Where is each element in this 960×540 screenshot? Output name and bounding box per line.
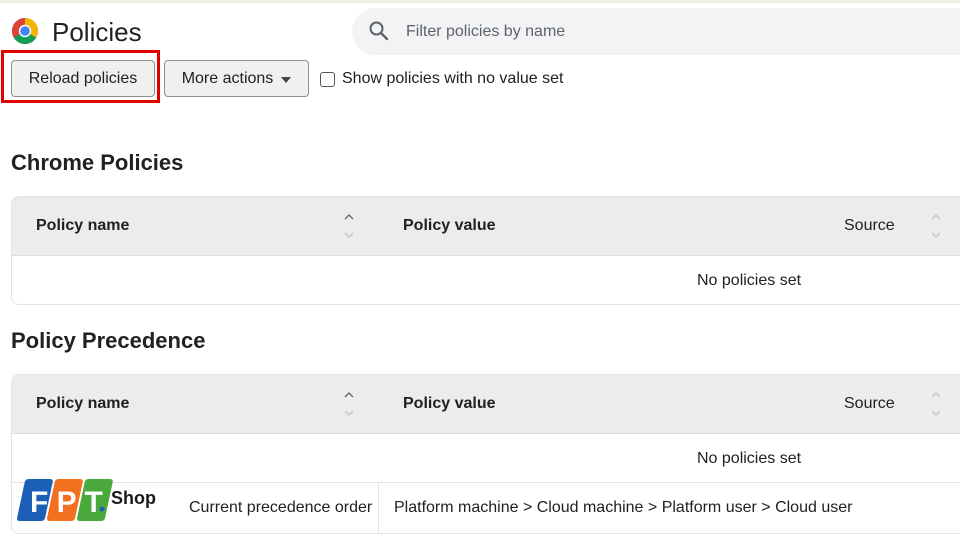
column-header-policy-value[interactable]: Policy value	[403, 197, 496, 255]
column-header-policy-value[interactable]: Policy value	[403, 375, 496, 433]
table-row: No policies set	[12, 256, 960, 304]
empty-message: No policies set	[697, 450, 802, 467]
precedence-value: Platform machine > Cloud machine > Platf…	[394, 499, 853, 516]
sort-icon[interactable]	[931, 212, 941, 240]
show-unset-toggle[interactable]: Show policies with no value set	[320, 70, 563, 88]
top-strip	[0, 0, 960, 3]
column-header-source[interactable]: Source	[844, 197, 895, 255]
more-actions-button[interactable]: More actions	[164, 60, 309, 97]
chrome-policies-table: Policy name Policy value Source No polic…	[11, 196, 960, 305]
empty-message: No policies set	[697, 272, 802, 289]
chevron-down-icon	[281, 76, 292, 83]
page-title: Policies	[52, 17, 142, 47]
policy-precedence-title: Policy Precedence	[11, 328, 206, 353]
sort-icon[interactable]	[931, 390, 941, 418]
fpt-logo-letters: F P T	[30, 486, 103, 519]
highlight-box	[1, 50, 160, 103]
column-header-policy-name[interactable]: Policy name	[36, 197, 129, 255]
table-header: Policy name Policy value Source	[12, 375, 960, 434]
column-divider	[378, 483, 379, 533]
watermark-label: Shop	[111, 488, 156, 508]
show-unset-checkbox[interactable]	[320, 71, 335, 87]
chrome-policies-title: Chrome Policies	[11, 150, 184, 175]
table-header: Policy name Policy value Source	[12, 197, 960, 256]
sort-icon[interactable]	[344, 390, 354, 418]
more-actions-label: More actions	[181, 69, 274, 87]
chrome-logo-icon	[11, 18, 39, 45]
table-row: No policies set	[12, 434, 960, 482]
search-input[interactable]	[404, 19, 928, 45]
sort-icon[interactable]	[344, 212, 354, 240]
column-header-source[interactable]: Source	[844, 375, 895, 433]
show-unset-label: Show policies with no value set	[342, 70, 564, 87]
precedence-label: Current precedence order	[189, 499, 373, 516]
search-icon	[369, 21, 389, 41]
column-header-policy-name[interactable]: Policy name	[36, 375, 129, 433]
